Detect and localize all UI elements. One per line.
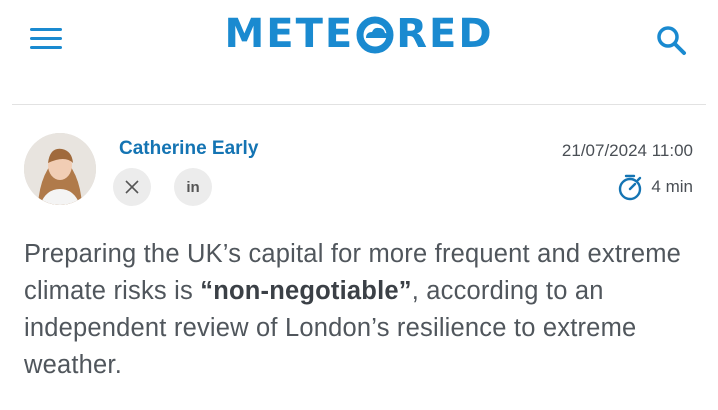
logo-globe-icon [355,14,395,54]
logo-text-right: RED [396,11,494,57]
hamburger-icon [30,28,62,31]
author-name[interactable]: Catherine Early [119,138,258,160]
read-time: 4 min [617,173,693,201]
linkedin-icon: in [186,178,200,196]
logo-text-left: METE [224,11,355,57]
lead-emphasis: “non-negotiable” [200,277,412,305]
menu-button[interactable] [30,28,62,50]
publish-date: 21/07/2024 11:00 [561,141,693,160]
share-linkedin-button[interactable]: in [174,168,212,206]
search-icon [657,26,686,55]
article-lead: Preparing the UK’s capital for more freq… [24,236,704,384]
read-time-label: 4 min [651,177,693,196]
site-header: METE RED [0,0,718,104]
share-x-button[interactable] [113,168,151,206]
author-avatar[interactable] [24,133,96,205]
article-meta: Catherine Early in 21/07/2024 11:00 4 mi… [0,105,718,215]
search-button[interactable] [653,22,689,58]
meteored-logo[interactable]: METE RED [204,11,514,57]
stopwatch-icon [619,174,642,201]
x-icon [125,180,139,194]
